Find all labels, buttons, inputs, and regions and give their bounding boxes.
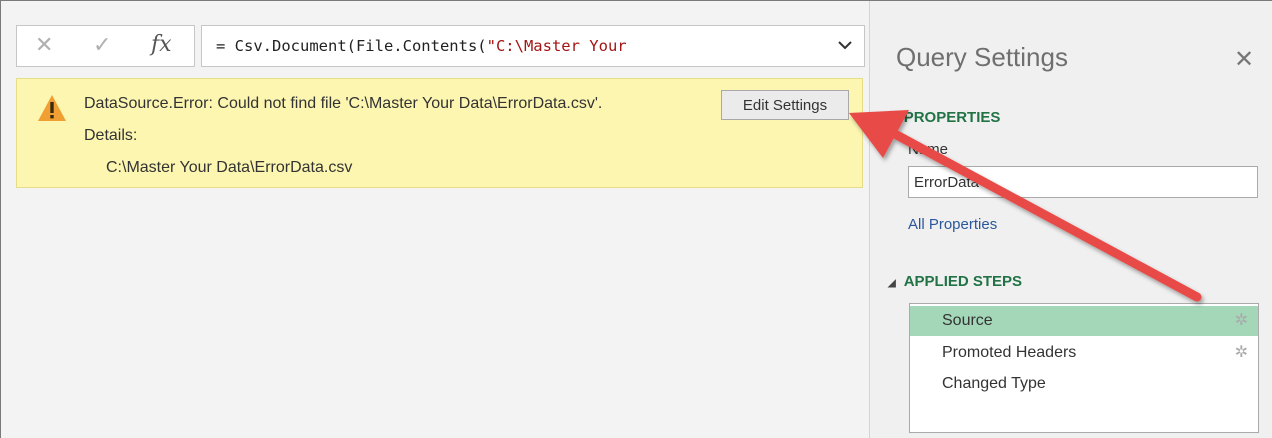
step-label: Promoted Headers xyxy=(942,344,1077,361)
formula-prefix: = Csv.Document(File.Contents( xyxy=(216,37,487,55)
query-settings-pane: Query Settings ✕ ◢ PROPERTIES Name All Pr… xyxy=(869,1,1272,438)
formula-controls: ✕ ✓ fx xyxy=(16,25,195,67)
gear-icon[interactable]: ✲ xyxy=(1235,306,1248,336)
collapse-triangle-icon[interactable]: ◢ xyxy=(888,114,896,125)
applied-steps-header[interactable]: ◢ APPLIED STEPS xyxy=(888,273,1022,290)
applied-steps-header-label: APPLIED STEPS xyxy=(903,273,1023,290)
formula-input[interactable]: = Csv.Document(File.Contents("C:\Master … xyxy=(201,25,865,67)
error-details-label: Details: xyxy=(84,127,138,144)
error-message: DataSource.Error: Could not find file 'C… xyxy=(84,95,603,112)
edit-settings-button[interactable]: Edit Settings xyxy=(721,90,849,120)
step-label: Source xyxy=(942,312,993,329)
collapse-triangle-icon[interactable]: ◢ xyxy=(888,278,896,289)
pane-title: Query Settings xyxy=(896,42,1068,72)
properties-header[interactable]: ◢ PROPERTIES xyxy=(888,109,1000,126)
fx-icon[interactable]: fx xyxy=(151,31,172,59)
query-name-field[interactable] xyxy=(908,166,1258,198)
error-details-value: C:\Master Your Data\ErrorData.csv xyxy=(106,159,353,176)
step-source[interactable]: Source ✲ xyxy=(910,306,1258,336)
error-banner: DataSource.Error: Could not find file 'C… xyxy=(16,78,863,188)
power-query-window: ✕ ✓ fx = Csv.Document(File.Contents("C:\… xyxy=(0,0,1272,438)
applied-steps-list: Source ✲ Promoted Headers ✲ Changed Type xyxy=(909,303,1259,433)
cancel-x-icon[interactable]: ✕ xyxy=(35,33,53,59)
step-changed-type[interactable]: Changed Type xyxy=(910,369,1258,399)
properties-header-label: PROPERTIES xyxy=(903,109,1001,126)
chevron-down-icon[interactable] xyxy=(836,36,854,54)
step-label: Changed Type xyxy=(942,375,1046,392)
close-icon[interactable]: ✕ xyxy=(1234,47,1254,71)
formula-text[interactable]: = Csv.Document(File.Contents("C:\Master … xyxy=(216,37,627,55)
all-properties-link[interactable]: All Properties xyxy=(908,216,997,233)
checkmark-icon[interactable]: ✓ xyxy=(93,33,111,59)
warning-triangle-icon xyxy=(38,95,66,121)
formula-string-literal: "C:\Master Your xyxy=(486,37,627,55)
name-label: Name xyxy=(908,141,949,158)
gear-icon[interactable]: ✲ xyxy=(1235,338,1248,368)
step-promoted-headers[interactable]: Promoted Headers ✲ xyxy=(910,338,1258,368)
